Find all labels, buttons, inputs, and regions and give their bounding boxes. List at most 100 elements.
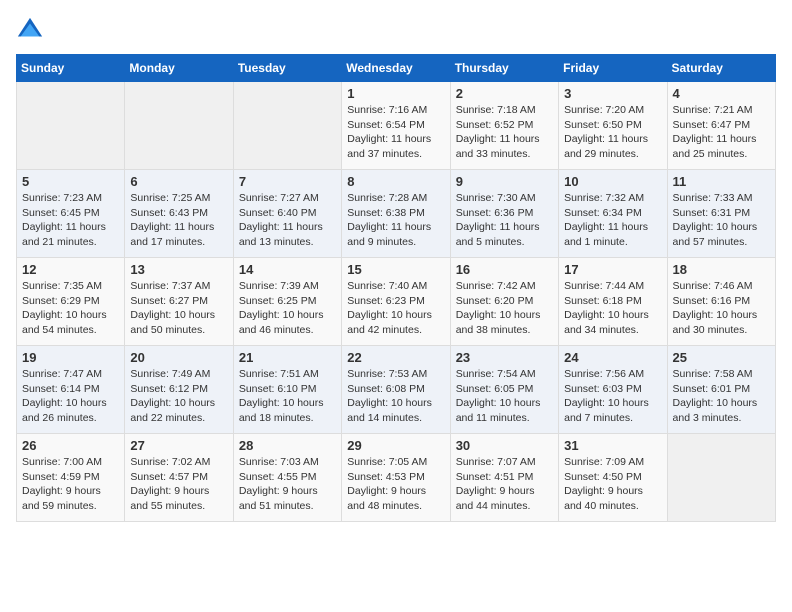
logo-icon [16, 16, 44, 44]
page-header [16, 16, 776, 44]
day-number: 18 [673, 262, 770, 277]
day-info: Sunrise: 7:28 AM Sunset: 6:38 PM Dayligh… [347, 191, 444, 250]
day-cell: 24 Sunrise: 7:56 AM Sunset: 6:03 PM Dayli… [559, 346, 667, 434]
day-cell: 6 Sunrise: 7:25 AM Sunset: 6:43 PM Daylig… [125, 170, 233, 258]
day-cell: 28 Sunrise: 7:03 AM Sunset: 4:55 PM Dayli… [233, 434, 341, 522]
header-cell-monday: Monday [125, 55, 233, 82]
day-cell [125, 82, 233, 170]
day-info: Sunrise: 7:39 AM Sunset: 6:25 PM Dayligh… [239, 279, 336, 338]
day-number: 29 [347, 438, 444, 453]
day-cell: 7Sunrise: 7:27 AM Sunset: 6:40 PM Daylig… [233, 170, 341, 258]
calendar-table: SundayMondayTuesdayWednesdayThursdayFrid… [16, 54, 776, 522]
day-number: 23 [456, 350, 553, 365]
day-number: 27 [130, 438, 227, 453]
week-row-3: 12Sunrise: 7:35 AM Sunset: 6:29 PM Dayli… [17, 258, 776, 346]
day-number: 6 [130, 174, 227, 189]
day-number: 1 [347, 86, 444, 101]
day-info: Sunrise: 7:30 AM Sunset: 6:36 PM Dayligh… [456, 191, 553, 250]
day-info: Sunrise: 7:09 AM Sunset: 4:50 PM Dayligh… [564, 455, 661, 514]
day-info: Sunrise: 7:51 AM Sunset: 6:10 PM Dayligh… [239, 367, 336, 426]
day-number: 4 [673, 86, 770, 101]
day-info: Sunrise: 7:47 AM Sunset: 6:14 PM Dayligh… [22, 367, 119, 426]
day-cell: 14 Sunrise: 7:39 AM Sunset: 6:25 PM Dayli… [233, 258, 341, 346]
day-cell: 30 Sunrise: 7:07 AM Sunset: 4:51 PM Dayli… [450, 434, 558, 522]
day-cell: 29Sunrise: 7:05 AM Sunset: 4:53 PM Dayli… [342, 434, 450, 522]
day-cell: 10 Sunrise: 7:32 AM Sunset: 6:34 PM Dayli… [559, 170, 667, 258]
day-number: 16 [456, 262, 553, 277]
day-number: 25 [673, 350, 770, 365]
day-cell: 21 Sunrise: 7:51 AM Sunset: 6:10 PM Dayli… [233, 346, 341, 434]
day-cell: 5 Sunrise: 7:23 AM Sunset: 6:45 PM Daylig… [17, 170, 125, 258]
day-number: 9 [456, 174, 553, 189]
day-cell: 26 Sunrise: 7:00 AM Sunset: 4:59 PM Dayli… [17, 434, 125, 522]
day-info: Sunrise: 7:07 AM Sunset: 4:51 PM Dayligh… [456, 455, 553, 514]
day-cell [233, 82, 341, 170]
day-number: 31 [564, 438, 661, 453]
day-info: Sunrise: 7:46 AM Sunset: 6:16 PM Dayligh… [673, 279, 770, 338]
header-cell-sunday: Sunday [17, 55, 125, 82]
day-info: Sunrise: 7:37 AM Sunset: 6:27 PM Dayligh… [130, 279, 227, 338]
day-info: Sunrise: 7:00 AM Sunset: 4:59 PM Dayligh… [22, 455, 119, 514]
day-number: 28 [239, 438, 336, 453]
header-cell-wednesday: Wednesday [342, 55, 450, 82]
day-cell: 19Sunrise: 7:47 AM Sunset: 6:14 PM Dayli… [17, 346, 125, 434]
day-number: 20 [130, 350, 227, 365]
week-row-5: 26 Sunrise: 7:00 AM Sunset: 4:59 PM Dayli… [17, 434, 776, 522]
day-cell: 12Sunrise: 7:35 AM Sunset: 6:29 PM Dayli… [17, 258, 125, 346]
day-cell: 25 Sunrise: 7:58 AM Sunset: 6:01 PM Dayli… [667, 346, 775, 434]
day-number: 13 [130, 262, 227, 277]
day-info: Sunrise: 7:53 AM Sunset: 6:08 PM Dayligh… [347, 367, 444, 426]
day-info: Sunrise: 7:42 AM Sunset: 6:20 PM Dayligh… [456, 279, 553, 338]
day-number: 7 [239, 174, 336, 189]
day-cell: 22Sunrise: 7:53 AM Sunset: 6:08 PM Dayli… [342, 346, 450, 434]
day-info: Sunrise: 7:16 AM Sunset: 6:54 PM Dayligh… [347, 103, 444, 162]
day-cell: 15Sunrise: 7:40 AM Sunset: 6:23 PM Dayli… [342, 258, 450, 346]
day-number: 5 [22, 174, 119, 189]
day-info: Sunrise: 7:20 AM Sunset: 6:50 PM Dayligh… [564, 103, 661, 162]
day-number: 14 [239, 262, 336, 277]
header-cell-friday: Friday [559, 55, 667, 82]
day-cell: 3 Sunrise: 7:20 AM Sunset: 6:50 PM Daylig… [559, 82, 667, 170]
day-cell: 8 Sunrise: 7:28 AM Sunset: 6:38 PM Daylig… [342, 170, 450, 258]
header-row: SundayMondayTuesdayWednesdayThursdayFrid… [17, 55, 776, 82]
day-cell: 18 Sunrise: 7:46 AM Sunset: 6:16 PM Dayli… [667, 258, 775, 346]
day-info: Sunrise: 7:33 AM Sunset: 6:31 PM Dayligh… [673, 191, 770, 250]
day-cell [17, 82, 125, 170]
day-cell: 27Sunrise: 7:02 AM Sunset: 4:57 PM Dayli… [125, 434, 233, 522]
day-cell: 9 Sunrise: 7:30 AM Sunset: 6:36 PM Daylig… [450, 170, 558, 258]
day-info: Sunrise: 7:21 AM Sunset: 6:47 PM Dayligh… [673, 103, 770, 162]
day-cell: 23 Sunrise: 7:54 AM Sunset: 6:05 PM Dayli… [450, 346, 558, 434]
week-row-4: 19Sunrise: 7:47 AM Sunset: 6:14 PM Dayli… [17, 346, 776, 434]
day-number: 11 [673, 174, 770, 189]
day-cell: 20Sunrise: 7:49 AM Sunset: 6:12 PM Dayli… [125, 346, 233, 434]
day-number: 24 [564, 350, 661, 365]
day-info: Sunrise: 7:44 AM Sunset: 6:18 PM Dayligh… [564, 279, 661, 338]
day-number: 10 [564, 174, 661, 189]
day-info: Sunrise: 7:25 AM Sunset: 6:43 PM Dayligh… [130, 191, 227, 250]
day-info: Sunrise: 7:03 AM Sunset: 4:55 PM Dayligh… [239, 455, 336, 514]
logo [16, 16, 48, 44]
day-number: 21 [239, 350, 336, 365]
day-cell: 4 Sunrise: 7:21 AM Sunset: 6:47 PM Daylig… [667, 82, 775, 170]
day-number: 15 [347, 262, 444, 277]
day-cell: 2Sunrise: 7:18 AM Sunset: 6:52 PM Daylig… [450, 82, 558, 170]
day-info: Sunrise: 7:54 AM Sunset: 6:05 PM Dayligh… [456, 367, 553, 426]
day-number: 30 [456, 438, 553, 453]
day-cell: 1 Sunrise: 7:16 AM Sunset: 6:54 PM Daylig… [342, 82, 450, 170]
day-cell: 17 Sunrise: 7:44 AM Sunset: 6:18 PM Dayli… [559, 258, 667, 346]
day-cell: 16 Sunrise: 7:42 AM Sunset: 6:20 PM Dayli… [450, 258, 558, 346]
day-number: 2 [456, 86, 553, 101]
day-info: Sunrise: 7:32 AM Sunset: 6:34 PM Dayligh… [564, 191, 661, 250]
day-number: 8 [347, 174, 444, 189]
day-info: Sunrise: 7:58 AM Sunset: 6:01 PM Dayligh… [673, 367, 770, 426]
day-number: 17 [564, 262, 661, 277]
day-cell: 13 Sunrise: 7:37 AM Sunset: 6:27 PM Dayli… [125, 258, 233, 346]
day-info: Sunrise: 7:56 AM Sunset: 6:03 PM Dayligh… [564, 367, 661, 426]
day-number: 3 [564, 86, 661, 101]
day-cell: 11 Sunrise: 7:33 AM Sunset: 6:31 PM Dayli… [667, 170, 775, 258]
week-row-1: 1 Sunrise: 7:16 AM Sunset: 6:54 PM Daylig… [17, 82, 776, 170]
day-info: Sunrise: 7:23 AM Sunset: 6:45 PM Dayligh… [22, 191, 119, 250]
header-cell-thursday: Thursday [450, 55, 558, 82]
day-number: 12 [22, 262, 119, 277]
day-number: 26 [22, 438, 119, 453]
